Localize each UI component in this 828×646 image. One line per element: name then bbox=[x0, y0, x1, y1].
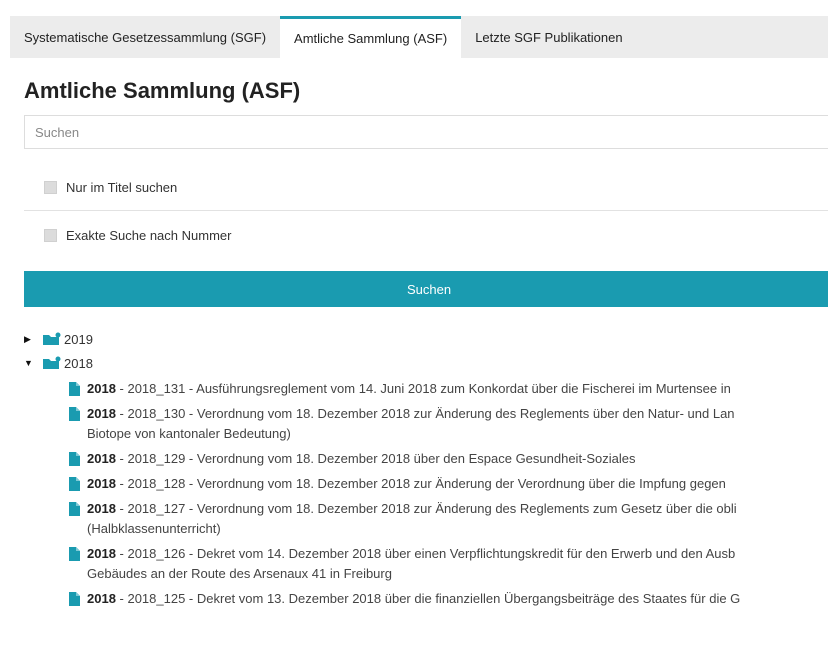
document-item-2018-129[interactable]: 2018 - 2018_129 - Verordnung vom 18. Dez… bbox=[24, 449, 828, 469]
exact-number-label: Exakte Suche nach Nummer bbox=[66, 227, 232, 243]
document-title: - 2018_128 - Verordnung vom 18. Dezember… bbox=[115, 476, 726, 491]
caret-right-icon[interactable]: ▶ bbox=[24, 334, 34, 345]
document-icon bbox=[69, 477, 80, 491]
document-title: - 2018_125 - Dekret vom 13. Dezember 201… bbox=[115, 591, 741, 606]
folder-icon bbox=[43, 356, 61, 369]
year-label: 2018 bbox=[64, 355, 93, 371]
document-year: 2018 bbox=[87, 476, 116, 491]
document-item-2018-130[interactable]: 2018 - 2018_130 - Verordnung vom 18. Dez… bbox=[24, 404, 828, 444]
document-item-2018-126[interactable]: 2018 - 2018_126 - Dekret vom 14. Dezembe… bbox=[24, 544, 828, 584]
search-input[interactable] bbox=[24, 115, 828, 149]
exact-number-checkbox[interactable] bbox=[44, 228, 57, 242]
document-year: 2018 bbox=[87, 546, 116, 561]
document-year: 2018 bbox=[87, 381, 116, 396]
tab-sgf[interactable]: Systematische Gesetzessammlung (SGF) bbox=[10, 16, 280, 58]
title-only-checkbox[interactable] bbox=[44, 180, 57, 194]
document-icon bbox=[69, 502, 80, 516]
document-icon bbox=[69, 592, 80, 606]
year-tree: ▶ 2019 ▼ 2018 2018 - 2018_131 - Ausführu… bbox=[24, 327, 828, 614]
option-exact-number[interactable]: Exakte Suche nach Nummer bbox=[24, 216, 828, 254]
option-title-only[interactable]: Nur im Titel suchen bbox=[24, 168, 828, 206]
tab-latest-sgf[interactable]: Letzte SGF Publikationen bbox=[461, 16, 636, 58]
document-title: - 2018_127 - Verordnung vom 18. Dezember… bbox=[115, 501, 737, 516]
document-item-2018-125[interactable]: 2018 - 2018_125 - Dekret vom 13. Dezembe… bbox=[24, 589, 828, 609]
title-only-label: Nur im Titel suchen bbox=[66, 179, 178, 195]
tree-year-2019[interactable]: ▶ 2019 bbox=[24, 327, 828, 351]
tab-bar: Systematische Gesetzessammlung (SGF) Amt… bbox=[10, 16, 828, 58]
document-title: - 2018_129 - Verordnung vom 18. Dezember… bbox=[115, 451, 636, 466]
document-year: 2018 bbox=[87, 591, 116, 606]
document-item-2018-131[interactable]: 2018 - 2018_131 - Ausführungsreglement v… bbox=[24, 379, 828, 399]
page-title: Amtliche Sammlung (ASF) bbox=[24, 78, 301, 103]
divider bbox=[24, 210, 828, 211]
document-title-continued: Biotope von kantonaler Bedeutung) bbox=[87, 426, 291, 441]
document-year: 2018 bbox=[87, 501, 116, 516]
document-title: - 2018_131 - Ausführungsreglement vom 14… bbox=[115, 381, 731, 396]
document-title: - 2018_126 - Dekret vom 14. Dezember 201… bbox=[115, 546, 736, 561]
document-title: - 2018_130 - Verordnung vom 18. Dezember… bbox=[115, 406, 735, 421]
tree-year-2018[interactable]: ▼ 2018 bbox=[24, 351, 828, 375]
caret-down-icon[interactable]: ▼ bbox=[24, 358, 34, 368]
document-icon bbox=[69, 452, 80, 466]
document-item-2018-127[interactable]: 2018 - 2018_127 - Verordnung vom 18. Dez… bbox=[24, 499, 828, 539]
document-year: 2018 bbox=[87, 406, 116, 421]
document-icon bbox=[69, 407, 80, 421]
year-label: 2019 bbox=[64, 331, 93, 347]
folder-icon bbox=[43, 332, 61, 345]
document-icon bbox=[69, 382, 80, 396]
document-title-continued: Gebäudes an der Route des Arsenaux 41 in… bbox=[87, 566, 392, 581]
document-title-continued: (Halbklassenunterricht) bbox=[87, 521, 221, 536]
document-icon bbox=[69, 547, 80, 561]
document-year: 2018 bbox=[87, 451, 116, 466]
document-item-2018-128[interactable]: 2018 - 2018_128 - Verordnung vom 18. Dez… bbox=[24, 474, 828, 494]
search-button[interactable]: Suchen bbox=[24, 271, 828, 307]
tab-asf[interactable]: Amtliche Sammlung (ASF) bbox=[280, 16, 462, 58]
